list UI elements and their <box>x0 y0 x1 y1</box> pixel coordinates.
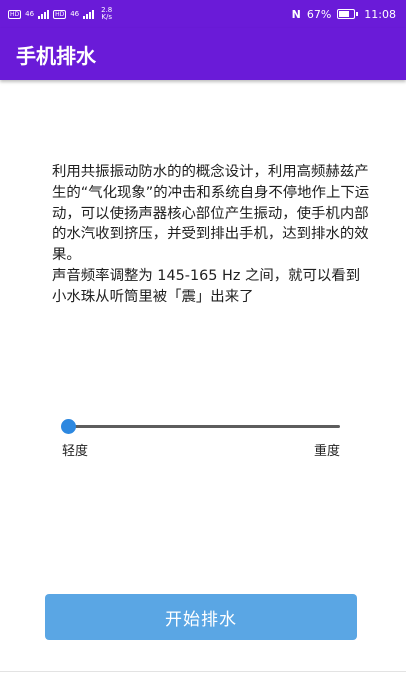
battery-icon <box>337 9 359 19</box>
status-left: HD 46 HD 46 2.8 K/s <box>0 7 112 21</box>
signal-2-icon <box>83 9 95 19</box>
slider-thumb[interactable] <box>61 419 76 434</box>
hd-icon: HD <box>8 9 22 19</box>
intensity-slider[interactable] <box>60 417 340 437</box>
nfc-icon: N <box>291 7 301 21</box>
start-drain-button[interactable]: 开始排水 <box>45 594 357 640</box>
battery-percent: 67% <box>306 7 332 21</box>
clock: 11:08 <box>364 7 396 21</box>
slider-max-label: 重度 <box>313 444 340 459</box>
slider-min-label: 轻度 <box>62 444 89 459</box>
status-bar: HD 46 HD 46 2.8 K/s N 67% 11:08 <box>0 0 406 28</box>
network-speed-unit: K/s <box>101 13 112 21</box>
app-bar: 手机排水 <box>0 28 406 80</box>
description-text: 利用共振振动防水的的概念设计，利用高频赫兹产生的“气化现象”的冲击和系统自身不停… <box>52 164 370 305</box>
battery-tip <box>356 12 359 16</box>
battery-fill <box>339 11 349 17</box>
signal-2-label: 46 <box>70 9 80 18</box>
hd-icon-2: HD <box>53 9 67 19</box>
network-speed: 2.8 K/s <box>101 7 112 21</box>
app-title: 手机排水 <box>16 43 96 68</box>
signal-1-icon <box>38 9 50 19</box>
battery-body <box>337 9 356 19</box>
signal-1-label: 46 <box>25 9 35 18</box>
bottom-divider <box>0 671 406 672</box>
status-right: N 67% 11:08 <box>292 8 406 21</box>
slider-track[interactable] <box>68 425 340 428</box>
